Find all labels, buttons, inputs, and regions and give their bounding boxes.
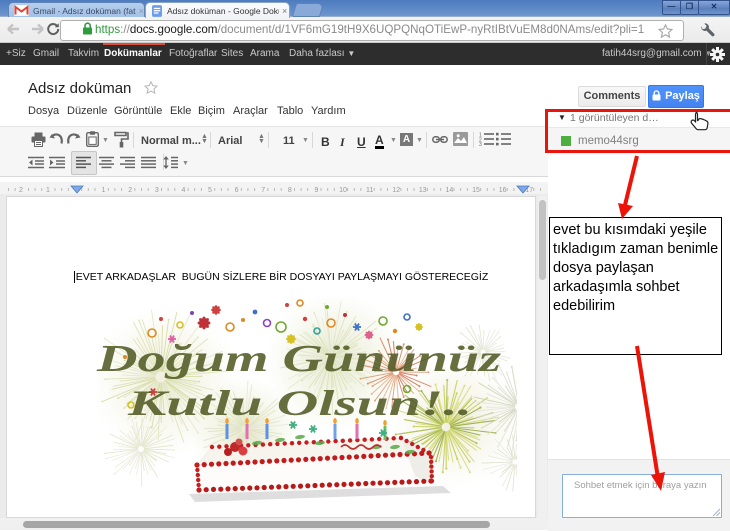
svg-text:12: 12 [392, 187, 400, 194]
svg-text:2: 2 [128, 187, 132, 194]
svg-text:8: 8 [288, 187, 292, 194]
svg-text:10: 10 [339, 187, 347, 194]
svg-text:7: 7 [261, 187, 265, 194]
svg-text:3: 3 [155, 187, 159, 194]
svg-text:Kutlu Olsun!..: Kutlu Olsun!.. [126, 383, 472, 423]
svg-text:14: 14 [446, 187, 454, 194]
svg-text:16: 16 [499, 187, 507, 194]
svg-text:1: 1 [102, 187, 106, 194]
svg-text:9: 9 [314, 187, 318, 194]
svg-text:4: 4 [181, 187, 185, 194]
svg-text:15: 15 [472, 187, 480, 194]
svg-text:1: 1 [46, 187, 50, 194]
svg-text:6: 6 [235, 187, 239, 194]
svg-text:5: 5 [208, 187, 212, 194]
svg-text:11: 11 [366, 187, 373, 194]
svg-text:2: 2 [19, 187, 23, 194]
svg-text:3: 3 [479, 142, 482, 146]
svg-text:13: 13 [419, 187, 427, 194]
svg-text:Doğum Gününüz: Doğum Gününüz [96, 338, 502, 380]
